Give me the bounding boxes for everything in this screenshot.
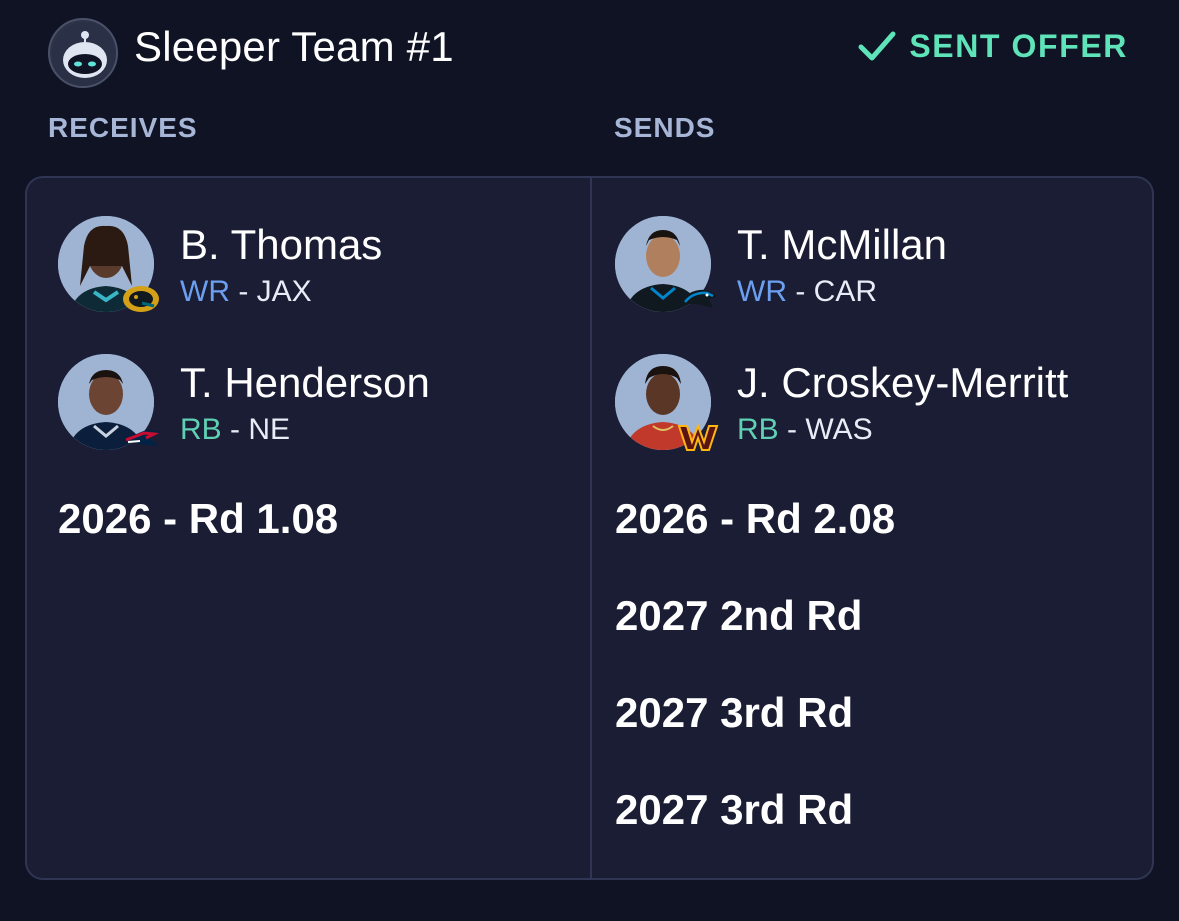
player-position: RB [180,413,222,446]
player-meta: WR - CAR [737,274,877,310]
player-row[interactable]: J. Croskey-Merritt RB - WAS [615,354,1155,454]
commanders-logo-icon [677,423,719,451]
team-name: Sleeper Team #1 [134,23,454,70]
player-position: WR [180,275,230,308]
player-meta: RB - NE [180,412,290,448]
jaguars-logo-icon [123,286,159,312]
player-name: B. Thomas [180,221,383,268]
meta-separator: - [795,275,806,308]
patriots-logo-icon [122,430,160,446]
player-team: NE [248,413,291,446]
status-label: SENT OFFER [909,28,1128,64]
trade-header: Sleeper Team #1 SENT OFFER [48,14,1138,88]
player-row[interactable]: T. McMillan WR - CAR [615,216,1155,316]
meta-separator: - [787,413,798,446]
draft-pick[interactable]: 2026 - Rd 1.08 [58,494,338,544]
player-team: WAS [805,413,873,446]
player-name: T. Henderson [180,359,430,406]
player-row[interactable]: T. Henderson RB - NE [58,354,598,454]
trade-card: B. Thomas WR - JAX T. Henderson RB - NE [25,176,1154,880]
draft-pick[interactable]: 2027 3rd Rd [615,688,853,738]
player-team: JAX [256,275,312,308]
team-avatar[interactable] [48,18,118,88]
panthers-logo-icon [679,289,717,308]
player-position: WR [737,275,787,308]
player-meta: WR - JAX [180,274,312,310]
player-row[interactable]: B. Thomas WR - JAX [58,216,598,316]
draft-pick[interactable]: 2027 2nd Rd [615,591,862,641]
sleeper-bot-icon [52,22,116,86]
meta-separator: - [238,275,249,308]
player-team: CAR [813,275,878,308]
draft-pick[interactable]: 2026 - Rd 2.08 [615,494,895,544]
draft-pick[interactable]: 2027 3rd Rd [615,785,853,835]
sends-heading: SENDS [614,112,716,143]
offer-status: SENT OFFER [857,26,1128,66]
player-name: T. McMillan [737,221,948,268]
player-meta: RB - WAS [737,412,873,448]
receives-heading: RECEIVES [48,112,198,143]
player-name: J. Croskey-Merritt [737,359,1069,406]
player-position: RB [737,413,779,446]
meta-separator: - [230,413,241,446]
check-icon [858,31,896,61]
